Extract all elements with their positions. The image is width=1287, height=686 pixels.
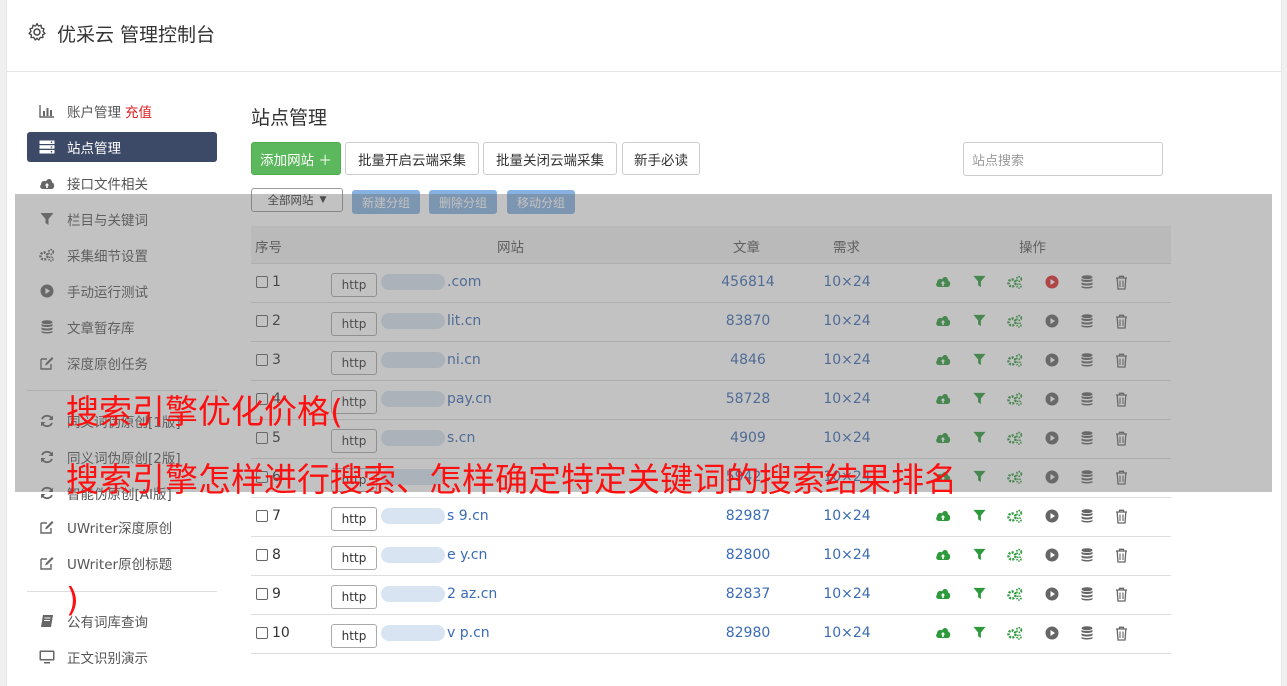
redacted-mask	[381, 547, 445, 563]
trash-icon[interactable]	[1115, 626, 1133, 644]
edit-icon	[39, 519, 55, 535]
database-icon[interactable]	[1081, 509, 1099, 527]
gears-icon[interactable]	[1007, 509, 1025, 527]
filter-icon[interactable]	[973, 587, 991, 605]
sidebar-item-label: 正文识别演示	[67, 651, 148, 667]
play-circle-icon[interactable]	[1045, 587, 1063, 605]
edit-icon	[39, 555, 55, 571]
protocol-badge[interactable]: http	[331, 585, 377, 609]
sidebar-item-label: 接口文件相关	[67, 177, 148, 193]
site-domain-text: e y.cn	[447, 547, 488, 563]
monitor-icon	[39, 649, 55, 665]
trash-icon[interactable]	[1115, 548, 1133, 566]
page-title: 优采云 管理控制台	[57, 24, 216, 46]
site-search-input[interactable]: 站点搜索	[963, 142, 1163, 176]
site-domain-link[interactable]: s 9.cn	[381, 508, 489, 524]
bar-chart-icon	[39, 103, 55, 119]
site-domain-link[interactable]: v p.cn	[381, 625, 490, 641]
database-icon[interactable]	[1081, 548, 1099, 566]
gears-icon[interactable]	[1007, 548, 1025, 566]
filter-icon[interactable]	[973, 626, 991, 644]
header: 优采云 管理控制台	[7, 0, 1281, 72]
row-actions	[935, 626, 1135, 644]
protocol-badge[interactable]: http	[331, 507, 377, 531]
sidebar-item-uwriter-title[interactable]: UWriter原创标题	[27, 548, 217, 578]
gear-icon	[28, 22, 46, 41]
play-circle-icon[interactable]	[1045, 548, 1063, 566]
redacted-mask	[381, 508, 445, 524]
server-icon	[39, 139, 55, 155]
row-checkbox[interactable]	[256, 588, 268, 600]
table-row: 8 http e y.cn 82800 10×24	[251, 537, 1171, 576]
protocol-badge[interactable]: http	[331, 546, 377, 570]
site-domain-link[interactable]: e y.cn	[381, 547, 487, 563]
trash-icon[interactable]	[1115, 509, 1133, 527]
guide-button[interactable]: 新手必读	[622, 142, 700, 175]
sidebar-item-label: 账户管理	[67, 105, 121, 121]
site-domain-text: v p.cn	[447, 625, 490, 641]
add-site-button[interactable]: 添加网站 ＋	[251, 142, 341, 175]
gears-icon[interactable]	[1007, 626, 1025, 644]
play-circle-icon[interactable]	[1045, 626, 1063, 644]
batch-close-cloud-button[interactable]: 批量关闭云端采集	[483, 142, 617, 175]
cloud-upload-icon[interactable]	[935, 509, 953, 527]
table-row: 10 http v p.cn 82980 10×24	[251, 615, 1171, 654]
sidebar-item-site-management[interactable]: 站点管理	[27, 132, 217, 162]
sidebar-item-text-recognition-demo[interactable]: 正文识别演示	[27, 642, 217, 672]
row-index: 9	[272, 586, 281, 602]
overlay-text-line1: 搜索引擎优化价格(	[66, 392, 343, 431]
row-actions	[935, 509, 1135, 527]
cloud-upload-icon	[39, 175, 55, 191]
cloud-upload-icon[interactable]	[935, 587, 953, 605]
filter-icon[interactable]	[973, 509, 991, 527]
demand-link[interactable]: 10×24	[807, 547, 887, 563]
row-index: 8	[272, 547, 281, 563]
table-row: 7 http s 9.cn 82987 10×24	[251, 498, 1171, 537]
article-count-link[interactable]: 82837	[703, 586, 793, 602]
sidebar-item-label: UWriter原创标题	[67, 557, 173, 573]
book-icon	[39, 613, 55, 629]
row-checkbox[interactable]	[256, 549, 268, 561]
row-checkbox[interactable]	[256, 510, 268, 522]
row-index: 10	[272, 625, 290, 641]
site-domain-text: s 9.cn	[447, 508, 489, 524]
demand-link[interactable]: 10×24	[807, 586, 887, 602]
sidebar-item-label: 站点管理	[67, 141, 121, 157]
ad-overlay	[15, 194, 1272, 492]
site-domain-text: 2 az.cn	[447, 586, 498, 602]
article-count-link[interactable]: 82987	[703, 508, 793, 524]
row-actions	[935, 548, 1135, 566]
sidebar-item-public-lexicon[interactable]: 公有词库查询	[27, 606, 217, 636]
article-count-link[interactable]: 82980	[703, 625, 793, 641]
overlay-text-line3: )	[66, 580, 79, 619]
redacted-mask	[381, 625, 445, 641]
demand-link[interactable]: 10×24	[807, 508, 887, 524]
gears-icon[interactable]	[1007, 587, 1025, 605]
sidebar-divider	[27, 591, 217, 592]
play-circle-icon[interactable]	[1045, 509, 1063, 527]
sidebar-item-label: UWriter深度原创	[67, 521, 173, 537]
filter-icon[interactable]	[973, 548, 991, 566]
database-icon[interactable]	[1081, 587, 1099, 605]
protocol-badge[interactable]: http	[331, 624, 377, 648]
row-checkbox[interactable]	[256, 627, 268, 639]
cloud-upload-icon[interactable]	[935, 548, 953, 566]
site-domain-link[interactable]: 2 az.cn	[381, 586, 497, 602]
cloud-upload-icon[interactable]	[935, 626, 953, 644]
overlay-text-line2: 搜索引擎怎样进行搜索、怎样确定特定关键词的搜索结果排名	[66, 460, 957, 499]
row-actions	[935, 587, 1135, 605]
sidebar-item-label: 公有词库查询	[67, 615, 148, 631]
table-row: 9 http 2 az.cn 82837 10×24	[251, 576, 1171, 615]
sidebar-item-account[interactable]: 账户管理 充值	[27, 96, 217, 126]
sidebar-item-uwriter-deep[interactable]: UWriter深度原创	[27, 512, 217, 542]
database-icon[interactable]	[1081, 626, 1099, 644]
recharge-link[interactable]: 充值	[125, 101, 152, 121]
trash-icon[interactable]	[1115, 587, 1133, 605]
main-title: 站点管理	[251, 107, 328, 129]
batch-open-cloud-button[interactable]: 批量开启云端采集	[345, 142, 479, 175]
row-index: 7	[272, 508, 281, 524]
demand-link[interactable]: 10×24	[807, 625, 887, 641]
article-count-link[interactable]: 82800	[703, 547, 793, 563]
redacted-mask	[381, 586, 445, 602]
